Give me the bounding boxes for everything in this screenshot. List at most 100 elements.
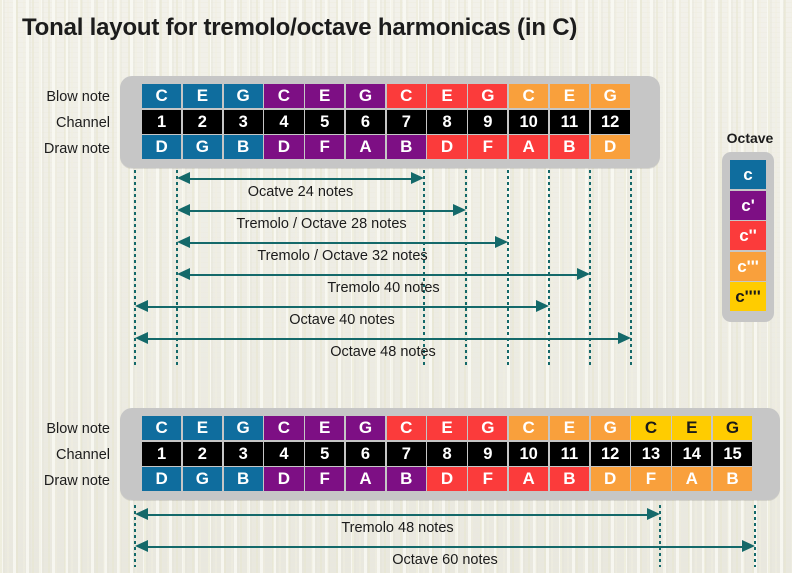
blow-note-cell: C [386,416,426,440]
channel-column: E8D [427,84,467,161]
draw-note-cell: F [305,467,345,492]
blow-note-cell: C [509,416,549,440]
draw-note-cell: D [142,135,182,160]
draw-note-cell: B [712,467,753,492]
channel-number-cell: 12 [590,441,630,466]
range-arrow-label: Tremolo / Octave 28 notes [236,216,407,232]
arrow-head-right-icon [536,300,549,312]
blow-note-cell: E [182,84,222,108]
channel-number-cell: 4 [264,109,304,134]
draw-note-cell: G [182,467,222,492]
blow-note-cell: E [549,416,589,440]
channel-column: G9F [468,84,508,161]
legend-title: Octave [726,130,774,146]
legend-swatch: c' [730,190,766,220]
channel-column: E2G [182,84,222,161]
channel-number-cell: 11 [549,109,589,134]
channel-column: C7B [386,84,426,161]
blow-note-cell: G [223,416,263,440]
legend-swatches: c c' c'' c''' c'''' [730,160,766,313]
blow-note-cell: C [142,84,182,108]
range-arrow: Tremolo 48 notes [135,508,660,536]
draw-note-cell: B [223,135,263,160]
channel-number-cell: 1 [142,109,182,134]
draw-note-cell: D [427,467,467,492]
channel-number-cell: 8 [427,441,467,466]
channel-number-cell: 5 [305,441,345,466]
channel-column: G6A [345,416,386,493]
range-arrow: Tremolo / Octave 28 notes [177,204,466,232]
arrow-head-left-icon [135,540,148,552]
channel-column: G3B [223,416,263,493]
blow-note-cell: C [631,416,671,440]
page-title: Tonal layout for tremolo/octave harmonic… [22,14,578,41]
blow-note-cell: G [468,416,508,440]
arrow-head-right-icon [495,236,508,248]
draw-note-cell: D [264,135,304,160]
range-arrow-label: Tremolo 40 notes [327,280,440,296]
draw-note-cell: A [672,467,712,492]
range-arrow: Octave 48 notes [135,332,631,360]
blow-note-cell: C [264,84,304,108]
arrow-head-right-icon [647,508,660,520]
range-arrow-label: Ocatve 24 notes [247,184,354,200]
channel-column: C 13 F [631,416,671,493]
range-arrow-label: Octave 60 notes [392,552,498,568]
channel-number-cell: 2 [182,109,222,134]
channel-column: G3B [223,84,263,161]
row-labels-top: Blow note Channel Draw note [2,84,110,162]
legend-swatch: c'' [730,221,766,250]
channel-column: C 10 A [509,416,549,493]
legend-swatch: c'''' [730,282,766,311]
draw-note-cell: A [509,135,549,160]
arrow-head-right-icon [411,172,424,184]
range-arrow: Tremolo / Octave 32 notes [177,236,508,264]
channel-number-cell: 4 [264,441,304,466]
channel-number-cell: 1 [142,441,182,466]
range-arrow: Ocatve 24 notes [177,172,424,200]
range-arrow: Tremolo 40 notes [177,268,590,296]
arrow-head-right-icon [618,332,631,344]
blow-note-cell: G [345,84,386,108]
blow-note-cell: G [590,84,630,108]
legend-swatch: c [730,160,766,189]
channel-column: E2G [182,416,222,493]
channel-column: E 14 A [672,416,712,493]
channel-number-cell: 2 [182,441,222,466]
arrow-line [146,546,744,548]
channel-column: G 12 D [590,84,630,161]
blow-note-cell: E [549,84,589,108]
arrow-line [146,338,620,340]
channel-column: E 11 B [549,84,589,161]
channel-number-cell: 6 [345,441,386,466]
channel-number-cell: 6 [345,109,386,134]
row-label-draw-bottom: Draw note [43,473,110,489]
arrow-line [188,242,497,244]
blow-note-cell: C [509,84,549,108]
draw-note-cell: B [549,135,589,160]
channel-number-cell: 14 [672,441,712,466]
blow-note-cell: G [712,416,753,440]
channel-number-cell: 5 [305,109,345,134]
arrow-line [146,514,649,516]
arrow-head-left-icon [135,332,148,344]
blow-note-cell: E [305,416,345,440]
arrow-line [146,306,538,308]
blow-note-cell: E [672,416,712,440]
arrow-head-left-icon [135,300,148,312]
draw-note-cell: B [386,135,426,160]
arrow-head-right-icon [453,204,466,216]
channel-column: C4D [264,84,304,161]
draw-note-cell: F [305,135,345,160]
channel-column: E8D [427,416,467,493]
channel-number-cell: 7 [386,109,426,134]
channel-column: E5F [305,84,345,161]
range-arrow-label: Tremolo 48 notes [341,520,454,536]
channel-column: C7B [386,416,426,493]
range-arrow: Octave 40 notes [135,300,549,328]
draw-note-cell: G [182,135,222,160]
arrow-head-right-icon [577,268,590,280]
row-label-blow-bottom: Blow note [46,421,110,437]
legend-swatch: c''' [730,251,766,281]
arrow-head-right-icon [742,540,755,552]
